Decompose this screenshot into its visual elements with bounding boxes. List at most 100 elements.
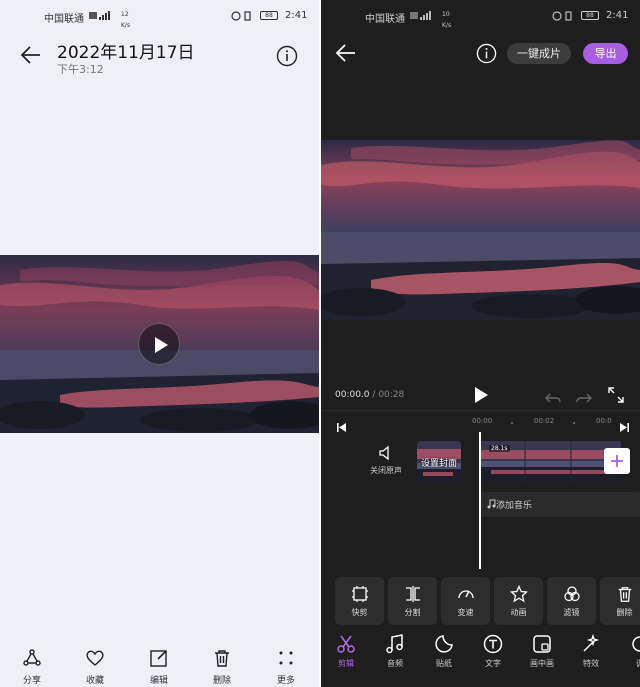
signal-icon — [89, 11, 117, 23]
speaker-icon — [379, 445, 389, 461]
pip-icon — [533, 635, 551, 653]
redo-icon[interactable] — [575, 389, 593, 408]
scissors-icon — [337, 635, 355, 653]
back-arrow-icon[interactable] — [335, 42, 357, 68]
more-icon — [279, 651, 293, 665]
undo-icon[interactable] — [544, 389, 562, 408]
tab-effects-label: 特效 — [583, 659, 599, 668]
speed-label: 变速 — [457, 608, 474, 617]
star-icon — [509, 585, 528, 603]
filter-button[interactable]: 滤镜 — [547, 577, 596, 625]
add-music-track[interactable]: 添加音乐 — [481, 492, 640, 517]
gallery-toolbar: 分享 收藏 编辑 删除 更多 — [0, 640, 319, 687]
split-button[interactable]: 分割 — [388, 577, 437, 625]
info-icon[interactable] — [476, 43, 497, 68]
share-icon — [23, 649, 41, 666]
share-button[interactable]: 分享 — [7, 648, 57, 686]
tab-audio[interactable]: 音频 — [371, 634, 419, 669]
music-text: 添加音乐 — [496, 501, 533, 511]
export-button[interactable]: 导出 — [583, 43, 628, 64]
add-clip-button[interactable] — [604, 448, 630, 474]
status-time: 2:41 — [606, 10, 629, 21]
set-cover-button[interactable]: 设置封面 — [417, 441, 461, 482]
page-title: 2022年11月17日 — [57, 43, 195, 63]
mute-label: 关闭原声 — [370, 466, 402, 475]
one-click-video-button[interactable]: 一键成片 — [507, 43, 571, 64]
current-time: 00:00.0 — [335, 390, 370, 400]
video-preview — [321, 140, 640, 320]
cover-label: 设置封面 — [420, 459, 457, 469]
screenshot-root: 中国联通 12 K/s 88 2:41 2022年11月17日 下午3:12 分… — [0, 0, 640, 687]
tab-clip[interactable]: 剪辑 — [322, 634, 370, 669]
battery-indicator: 88 — [260, 10, 278, 21]
speed-button[interactable]: 变速 — [441, 577, 490, 625]
more-button[interactable]: 更多 — [261, 648, 311, 686]
network-speed: 12 K/s — [121, 9, 130, 31]
battery-level: 88 — [260, 10, 278, 20]
delete-clip-label: 删除 — [616, 608, 633, 617]
edit-label: 编辑 — [149, 676, 168, 686]
tab-text[interactable]: 文字 — [469, 634, 517, 669]
jump-to-start-icon[interactable] — [337, 417, 346, 436]
tab-pip[interactable]: 画中画 — [518, 634, 566, 669]
edit-button[interactable]: 编辑 — [134, 648, 184, 686]
play-button[interactable] — [473, 386, 489, 408]
play-button[interactable] — [138, 323, 180, 365]
delete-clip-button[interactable]: 删除 — [600, 577, 640, 625]
back-arrow-icon[interactable] — [20, 44, 42, 66]
tab-sticker[interactable]: 贴纸 — [420, 634, 468, 669]
status-carrier: 中国联通 — [44, 14, 84, 25]
fullscreen-icon[interactable] — [608, 387, 624, 407]
edit-icon — [150, 650, 167, 667]
delete-button[interactable]: 删除 — [197, 648, 247, 686]
filter-icon — [563, 586, 580, 602]
tab-effects[interactable]: 特效 — [567, 634, 615, 669]
tab-clip-label: 剪辑 — [338, 659, 354, 668]
page-subtitle: 下午3:12 — [57, 63, 104, 76]
heart-icon — [86, 650, 104, 666]
play-icon — [475, 387, 488, 403]
text-icon — [483, 634, 503, 654]
ruler-tick: 00:02 — [534, 417, 555, 425]
playback-time: 00:00.0 / 00:28 — [335, 390, 405, 400]
effects-icon — [583, 634, 600, 652]
speed-icon — [457, 590, 474, 599]
mute-original-audio-button[interactable]: 关闭原声 — [366, 445, 406, 476]
ruler-tick: 00:0 — [596, 417, 612, 425]
alarm-icon — [231, 11, 255, 24]
total-time: 00:28 — [378, 390, 405, 400]
playhead[interactable] — [479, 432, 481, 569]
add-music-label: 添加音乐 — [487, 498, 532, 511]
signal-icon — [410, 11, 438, 23]
tab-adjust[interactable]: 调 — [616, 634, 640, 669]
ruler-tick: 00:00 — [472, 417, 493, 425]
favorite-button[interactable]: 收藏 — [70, 648, 120, 686]
quick-cut-button[interactable]: 快剪 — [335, 577, 384, 625]
clip-duration: 28.1s — [489, 445, 510, 452]
network-speed-value: 12 — [121, 10, 129, 18]
share-label: 分享 — [22, 676, 41, 686]
tab-pip-label: 画中画 — [530, 659, 554, 668]
video-clip-track[interactable]: 28.1s — [481, 441, 621, 482]
animation-button[interactable]: 动画 — [494, 577, 543, 625]
favorite-label: 收藏 — [85, 676, 104, 686]
trash-icon — [618, 587, 631, 602]
delete-label: 删除 — [212, 676, 231, 686]
quick-cut-label: 快剪 — [351, 608, 368, 617]
network-speed-unit: K/s — [121, 21, 131, 29]
music-note-icon — [487, 499, 496, 509]
video-editor-panel: 中国联通 10 K/s 88 2:41 一键成片 导出 00:00.0 / 00… — [321, 0, 640, 687]
split-icon — [405, 586, 420, 602]
more-label: 更多 — [276, 676, 295, 686]
timeline-ruler[interactable]: 00:00 00:02 00:0 — [321, 410, 640, 432]
plus-icon — [611, 455, 623, 467]
tab-adjust-label: 调 — [616, 658, 640, 669]
tab-audio-label: 音频 — [387, 659, 403, 668]
status-carrier: 中国联通 — [365, 14, 405, 25]
status-time: 2:41 — [285, 10, 308, 21]
jump-to-end-icon[interactable] — [620, 417, 629, 436]
info-icon[interactable] — [276, 45, 298, 67]
music-icon — [386, 634, 403, 654]
gallery-viewer-panel: 中国联通 12 K/s 88 2:41 2022年11月17日 下午3:12 分… — [0, 0, 319, 687]
filter-label: 滤镜 — [563, 608, 580, 617]
